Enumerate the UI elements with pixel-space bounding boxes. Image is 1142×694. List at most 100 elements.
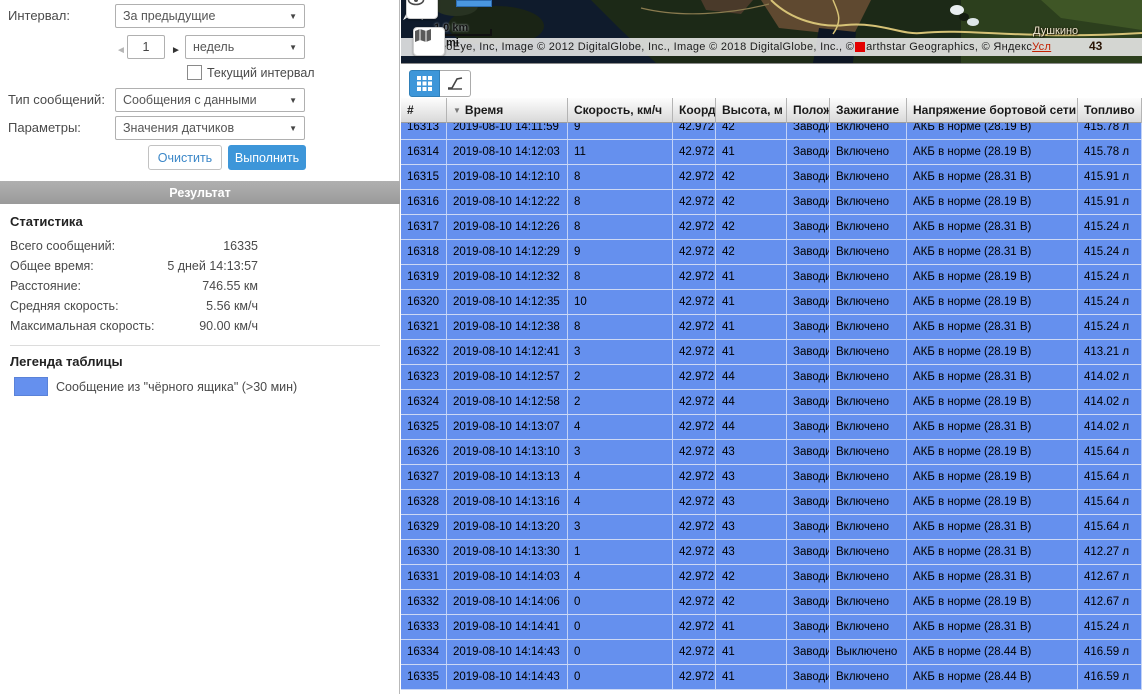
table-row[interactable]: 163162019-08-10 14:12:22842.97242ЗаводиВ… (401, 190, 1142, 215)
table-cell: Заводи (787, 123, 830, 139)
table-cell: 42.972 (673, 440, 716, 464)
table-row[interactable]: 163282019-08-10 14:13:16442.97243ЗаводиВ… (401, 490, 1142, 515)
column-header[interactable]: ▼Время (447, 98, 568, 123)
table-cell: 44 (716, 365, 787, 389)
table-cell: Включено (830, 190, 907, 214)
table-cell: 4 (568, 565, 673, 589)
map-place-label: Душкино (1033, 25, 1078, 37)
table-cell: 16334 (401, 640, 447, 664)
table-row[interactable]: 163352019-08-10 14:14:43042.97241ЗаводиВ… (401, 665, 1142, 690)
table-cell: Заводи (787, 140, 830, 164)
statistic-row: Всего сообщений:16335 (10, 236, 258, 256)
column-header[interactable]: Топливо (1078, 98, 1142, 123)
params-dropdown[interactable]: Значения датчиков ▼ (115, 116, 305, 140)
eye-icon (407, 0, 425, 6)
table-cell: 10 (568, 290, 673, 314)
table-cell: АКБ в норме (28.44 В) (907, 665, 1078, 689)
table-cell: 8 (568, 165, 673, 189)
map-view[interactable]: GeoEye, Inc, Image © 2012 DigitalGlobe, … (401, 0, 1142, 64)
column-header[interactable]: Высота, м (716, 98, 787, 123)
table-cell: Заводи (787, 615, 830, 639)
table-view-button[interactable] (409, 70, 440, 97)
table-cell: 42.972 (673, 590, 716, 614)
table-row[interactable]: 163222019-08-10 14:12:41342.97241ЗаводиВ… (401, 340, 1142, 365)
table-row[interactable]: 163212019-08-10 14:12:38842.97241ЗаводиВ… (401, 315, 1142, 340)
interval-unit-dropdown[interactable]: недель ▼ (185, 35, 305, 59)
column-header[interactable]: Коорд (673, 98, 716, 123)
table-cell: 42.972 (673, 290, 716, 314)
table-row[interactable]: 163182019-08-10 14:12:29942.97242ЗаводиВ… (401, 240, 1142, 265)
map-layers-button[interactable] (413, 27, 445, 56)
table-cell: 42.972 (673, 515, 716, 539)
stepper-next-button[interactable]: ► (171, 40, 181, 62)
table-row[interactable]: 163302019-08-10 14:13:30142.97243ЗаводиВ… (401, 540, 1142, 565)
table-cell: 16316 (401, 190, 447, 214)
statistic-value: 746.55 км (202, 276, 258, 296)
table-row[interactable]: 163132019-08-10 14:11:59942.97242ЗаводиВ… (401, 123, 1142, 140)
table-cell: Включено (830, 590, 907, 614)
column-header[interactable]: # (401, 98, 447, 123)
table-cell: 9 (568, 240, 673, 264)
map-control-partial[interactable] (456, 0, 492, 7)
table-row[interactable]: 163232019-08-10 14:12:57242.97244ЗаводиВ… (401, 365, 1142, 390)
table-cell: АКБ в норме (28.31 В) (907, 365, 1078, 389)
table-cell: 41 (716, 140, 787, 164)
table-cell: Заводи (787, 315, 830, 339)
current-interval-checkbox[interactable] (187, 65, 202, 80)
message-type-dropdown[interactable]: Сообщения с данными ▼ (115, 88, 305, 112)
statistic-row: Максимальная скорость:90.00 км/ч (10, 316, 258, 336)
table-row[interactable]: 163272019-08-10 14:13:13442.97243ЗаводиВ… (401, 465, 1142, 490)
stepper-prev-button[interactable]: ◄ (116, 40, 126, 62)
sort-desc-icon: ▼ (453, 106, 461, 115)
chart-view-button[interactable] (440, 70, 471, 97)
table-cell: 2019-08-10 14:12:03 (447, 140, 568, 164)
table-cell: Заводи (787, 590, 830, 614)
map-scale-mi: mi (446, 37, 459, 49)
table-row[interactable]: 163152019-08-10 14:12:10842.97242ЗаводиВ… (401, 165, 1142, 190)
table-row[interactable]: 163292019-08-10 14:13:20342.97243ЗаводиВ… (401, 515, 1142, 540)
table-cell: 42.972 (673, 240, 716, 264)
interval-count-input[interactable] (127, 35, 165, 59)
table-cell: 4 (568, 465, 673, 489)
results-area: GeoEye, Inc, Image © 2012 DigitalGlobe, … (401, 0, 1142, 694)
table-cell: АКБ в норме (28.19 В) (907, 265, 1078, 289)
table-cell: 1 (568, 540, 673, 564)
table-cell: Заводи (787, 565, 830, 589)
chevron-down-icon: ▼ (289, 12, 297, 21)
table-body[interactable]: 163132019-08-10 14:11:59942.97242ЗаводиВ… (401, 123, 1142, 694)
table-cell: 3 (568, 340, 673, 364)
column-header[interactable]: Напряжение бортовой сети (907, 98, 1078, 123)
table-cell: АКБ в норме (28.19 В) (907, 123, 1078, 139)
table-cell: Включено (830, 340, 907, 364)
column-label: Коорд (679, 103, 716, 117)
column-header[interactable]: Полож (787, 98, 830, 123)
table-cell: 41 (716, 340, 787, 364)
table-cell: 16326 (401, 440, 447, 464)
column-header[interactable]: Скорость, км/ч (568, 98, 673, 123)
table-cell: 42 (716, 123, 787, 139)
table-row[interactable]: 163142019-08-10 14:12:031142.97241Заводи… (401, 140, 1142, 165)
table-row[interactable]: 163332019-08-10 14:14:41042.97241ЗаводиВ… (401, 615, 1142, 640)
execute-button[interactable]: Выполнить (228, 145, 306, 170)
table-cell: 42.972 (673, 565, 716, 589)
table-row[interactable]: 163192019-08-10 14:12:32842.97241ЗаводиВ… (401, 265, 1142, 290)
table-row[interactable]: 163312019-08-10 14:14:03442.97242ЗаводиВ… (401, 565, 1142, 590)
table-row[interactable]: 163342019-08-10 14:14:43042.97241ЗаводиВ… (401, 640, 1142, 665)
table-cell: 414.02 л (1078, 390, 1142, 414)
table-row[interactable]: 163322019-08-10 14:14:06042.97242ЗаводиВ… (401, 590, 1142, 615)
table-row[interactable]: 163202019-08-10 14:12:351042.97241Заводи… (401, 290, 1142, 315)
clear-button[interactable]: Очистить (148, 145, 222, 170)
chevron-down-icon: ▼ (289, 96, 297, 105)
table-cell: 415.24 л (1078, 290, 1142, 314)
table-row[interactable]: 163262019-08-10 14:13:10342.97243ЗаводиВ… (401, 440, 1142, 465)
interval-dropdown[interactable]: За предыдущие ▼ (115, 4, 305, 28)
attribution-terms-link[interactable]: Усл (1032, 41, 1051, 53)
line-chart-icon (447, 76, 463, 91)
table-cell: 41 (716, 665, 787, 689)
table-row[interactable]: 163252019-08-10 14:13:07442.97244ЗаводиВ… (401, 415, 1142, 440)
table-row[interactable]: 163172019-08-10 14:12:26842.97242ЗаводиВ… (401, 215, 1142, 240)
table-row[interactable]: 163242019-08-10 14:12:58242.97244ЗаводиВ… (401, 390, 1142, 415)
column-header[interactable]: Зажигание (830, 98, 907, 123)
table-cell: Заводи (787, 165, 830, 189)
visibility-button[interactable] (406, 0, 438, 19)
